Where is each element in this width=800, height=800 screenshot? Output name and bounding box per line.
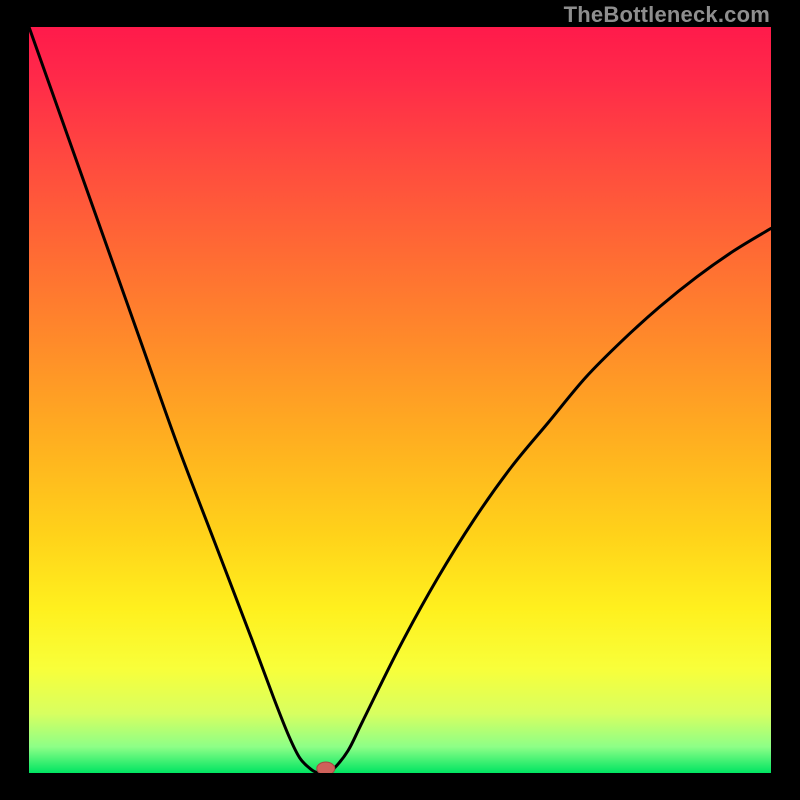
watermark-text: TheBottleneck.com (564, 2, 770, 28)
bottleneck-curve-chart (29, 27, 771, 773)
plot-area (29, 27, 771, 773)
chart-frame: TheBottleneck.com (0, 0, 800, 800)
gradient-background (29, 27, 771, 773)
optimal-point-marker (317, 762, 335, 773)
